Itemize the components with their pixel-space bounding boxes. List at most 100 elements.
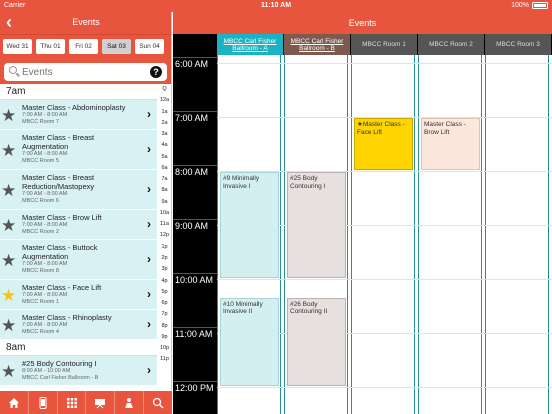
index-letter[interactable]: 8p: [157, 321, 172, 332]
list-item[interactable]: ★ Master Class - Brow Lift 7:00 AM - 8:00 …: [0, 210, 157, 240]
day-button[interactable]: Sun 04: [135, 39, 164, 54]
star-icon[interactable]: ★: [1, 363, 16, 380]
clock: 11:10 AM: [260, 2, 292, 9]
time-index[interactable]: Q 12a 1a 2a 3a 4a 5a 6a 7a 8a 9a 10a 11a 12p 1p 2p 3p 4p 5…: [157, 84, 172, 400]
calendar-event[interactable]: ★Master Class - Face Lift: [354, 118, 413, 170]
calendar-panel: Events MBCC Carl Fisher Ballroom - A MBCC…: [173, 12, 552, 414]
index-letter[interactable]: 12p: [157, 230, 172, 241]
chevron-right-icon: ›: [147, 107, 151, 121]
index-letter[interactable]: 7a: [157, 174, 172, 185]
events-list-panel: ‹ Events Wed 31 Thu 01 Fri 02 Sat 03 Sun 04 …: [0, 12, 172, 414]
index-letter[interactable]: 8a: [157, 185, 172, 196]
list-item[interactable]: ★ Master Class - Breast Reduction/Mastope…: [0, 170, 157, 210]
index-letter[interactable]: 9p: [157, 332, 172, 343]
index-letter[interactable]: 3p: [157, 264, 172, 275]
index-letter[interactable]: 6p: [157, 298, 172, 309]
event-room: MBCC Room 5: [22, 157, 59, 164]
hour-label: 10:00 AM: [175, 275, 214, 285]
list-item[interactable]: ★ Master Class - Buttock Augmentation 7:00…: [0, 240, 157, 280]
index-letter[interactable]: 11a: [157, 219, 172, 230]
index-letter[interactable]: 10p: [157, 343, 172, 354]
room-header[interactable]: MBCC Carl Fisher Ballroom - B: [284, 34, 351, 55]
left-panel-title: Events: [72, 17, 100, 27]
room-column[interactable]: [418, 55, 482, 414]
index-letter[interactable]: 9a: [157, 197, 172, 208]
index-letter[interactable]: 1a: [157, 107, 172, 118]
index-letter[interactable]: 5p: [157, 287, 172, 298]
room-column[interactable]: [351, 55, 415, 414]
star-icon[interactable]: ★: [1, 182, 16, 199]
battery-indicator: 100%: [511, 2, 548, 9]
hour-separator: [173, 327, 217, 328]
index-letter[interactable]: 2p: [157, 253, 172, 264]
tab-phone[interactable]: [29, 391, 58, 414]
index-letter[interactable]: 11p: [157, 354, 172, 365]
event-title: #10 Minimally Invasive II: [223, 300, 263, 316]
day-button[interactable]: Wed 31: [3, 39, 32, 54]
event-room: MBCC Room 7: [22, 118, 59, 125]
index-letter[interactable]: 7p: [157, 309, 172, 320]
index-letter[interactable]: 12a: [157, 95, 172, 106]
event-title: #26 Body Contouring II: [290, 300, 328, 316]
day-button[interactable]: Sat 03: [102, 39, 131, 54]
list-item[interactable]: ★ Master Class - Breast Augmentation 7:00 …: [0, 130, 157, 170]
star-icon[interactable]: ★: [1, 287, 16, 304]
room-header[interactable]: MBCC Carl Fisher Ballroom - A: [217, 34, 284, 55]
tab-person[interactable]: [115, 391, 145, 414]
schedule-grid[interactable]: ★Master Class - Face Lift Master Class - …: [217, 55, 552, 414]
star-icon[interactable]: ★: [1, 252, 16, 269]
index-letter[interactable]: 3a: [157, 129, 172, 140]
tab-grid[interactable]: [58, 391, 87, 414]
day-button[interactable]: Thu 01: [36, 39, 65, 54]
search-icon: [9, 66, 17, 74]
person-icon: [125, 397, 134, 408]
event-name: Master Class - Face Lift: [22, 283, 102, 292]
tab-home[interactable]: [0, 391, 29, 414]
calendar-event[interactable]: #25 Body Contouring I: [287, 172, 346, 278]
event-name: #25 Body Contouring I: [22, 359, 97, 368]
search-box[interactable]: ?: [4, 63, 167, 81]
star-icon[interactable]: ★: [1, 217, 16, 234]
calendar-event[interactable]: Master Class - Brow Lift: [421, 118, 480, 170]
calendar-event[interactable]: #26 Body Contouring II: [287, 297, 346, 386]
star-icon[interactable]: ★: [1, 107, 16, 124]
hour-separator: [173, 165, 217, 166]
calendar-event[interactable]: #10 Minimally Invasive II: [220, 297, 279, 386]
list-item[interactable]: ★ #25 Body Contouring I 8:00 AM - 10:00 AM…: [0, 356, 157, 386]
event-name: Master Class - Breast Augmentation: [22, 133, 95, 151]
calendar-event[interactable]: #9 Minimally Invasive I: [220, 172, 279, 278]
event-room: MBCC Room 6: [22, 197, 59, 204]
room-header[interactable]: MBCC Room 2: [418, 34, 485, 55]
day-button[interactable]: Fri 02: [69, 39, 98, 54]
index-letter[interactable]: 4p: [157, 276, 172, 287]
tab-presentation[interactable]: [86, 391, 116, 414]
index-letter[interactable]: 4a: [157, 140, 172, 151]
star-icon[interactable]: ★: [1, 317, 16, 334]
room-header[interactable]: MBCC Room 3: [485, 34, 552, 55]
index-letter[interactable]: 2a: [157, 118, 172, 129]
index-letter[interactable]: Q: [157, 84, 172, 95]
hour-label: 6:00 AM: [175, 59, 209, 69]
index-letter[interactable]: 6a: [157, 163, 172, 174]
event-title: #25 Body Contouring I: [290, 175, 326, 190]
status-bar: Carrier 11:10 AM 100%: [0, 0, 552, 12]
event-room: MBCC Room 4: [22, 328, 59, 335]
index-letter[interactable]: 5a: [157, 152, 172, 163]
presentation-icon: [95, 398, 106, 408]
room-header[interactable]: MBCC Room 1: [351, 34, 418, 55]
index-letter[interactable]: 1p: [157, 242, 172, 253]
help-icon[interactable]: ?: [150, 66, 162, 78]
room-column[interactable]: [485, 55, 549, 414]
list-item[interactable]: ★ Master Class - Rhinoplasty 7:00 AM - 8:0…: [0, 310, 157, 340]
list-item[interactable]: ★ Master Class - Abdominoplasty 7:00 AM - …: [0, 100, 157, 130]
index-letter[interactable]: 10a: [157, 208, 172, 219]
list-item[interactable]: ★ Master Class - Face Lift 7:00 AM - 8:00 …: [0, 280, 157, 310]
star-icon[interactable]: ★: [1, 142, 16, 159]
hour-label: 11:00 AM: [175, 329, 213, 339]
tab-search[interactable]: [144, 391, 172, 414]
home-icon: [8, 397, 19, 408]
event-name: Master Class - Brow Lift: [22, 213, 102, 222]
search-input[interactable]: [22, 65, 142, 79]
event-room: MBCC Room 8: [22, 267, 59, 274]
chevron-right-icon: ›: [147, 217, 151, 231]
